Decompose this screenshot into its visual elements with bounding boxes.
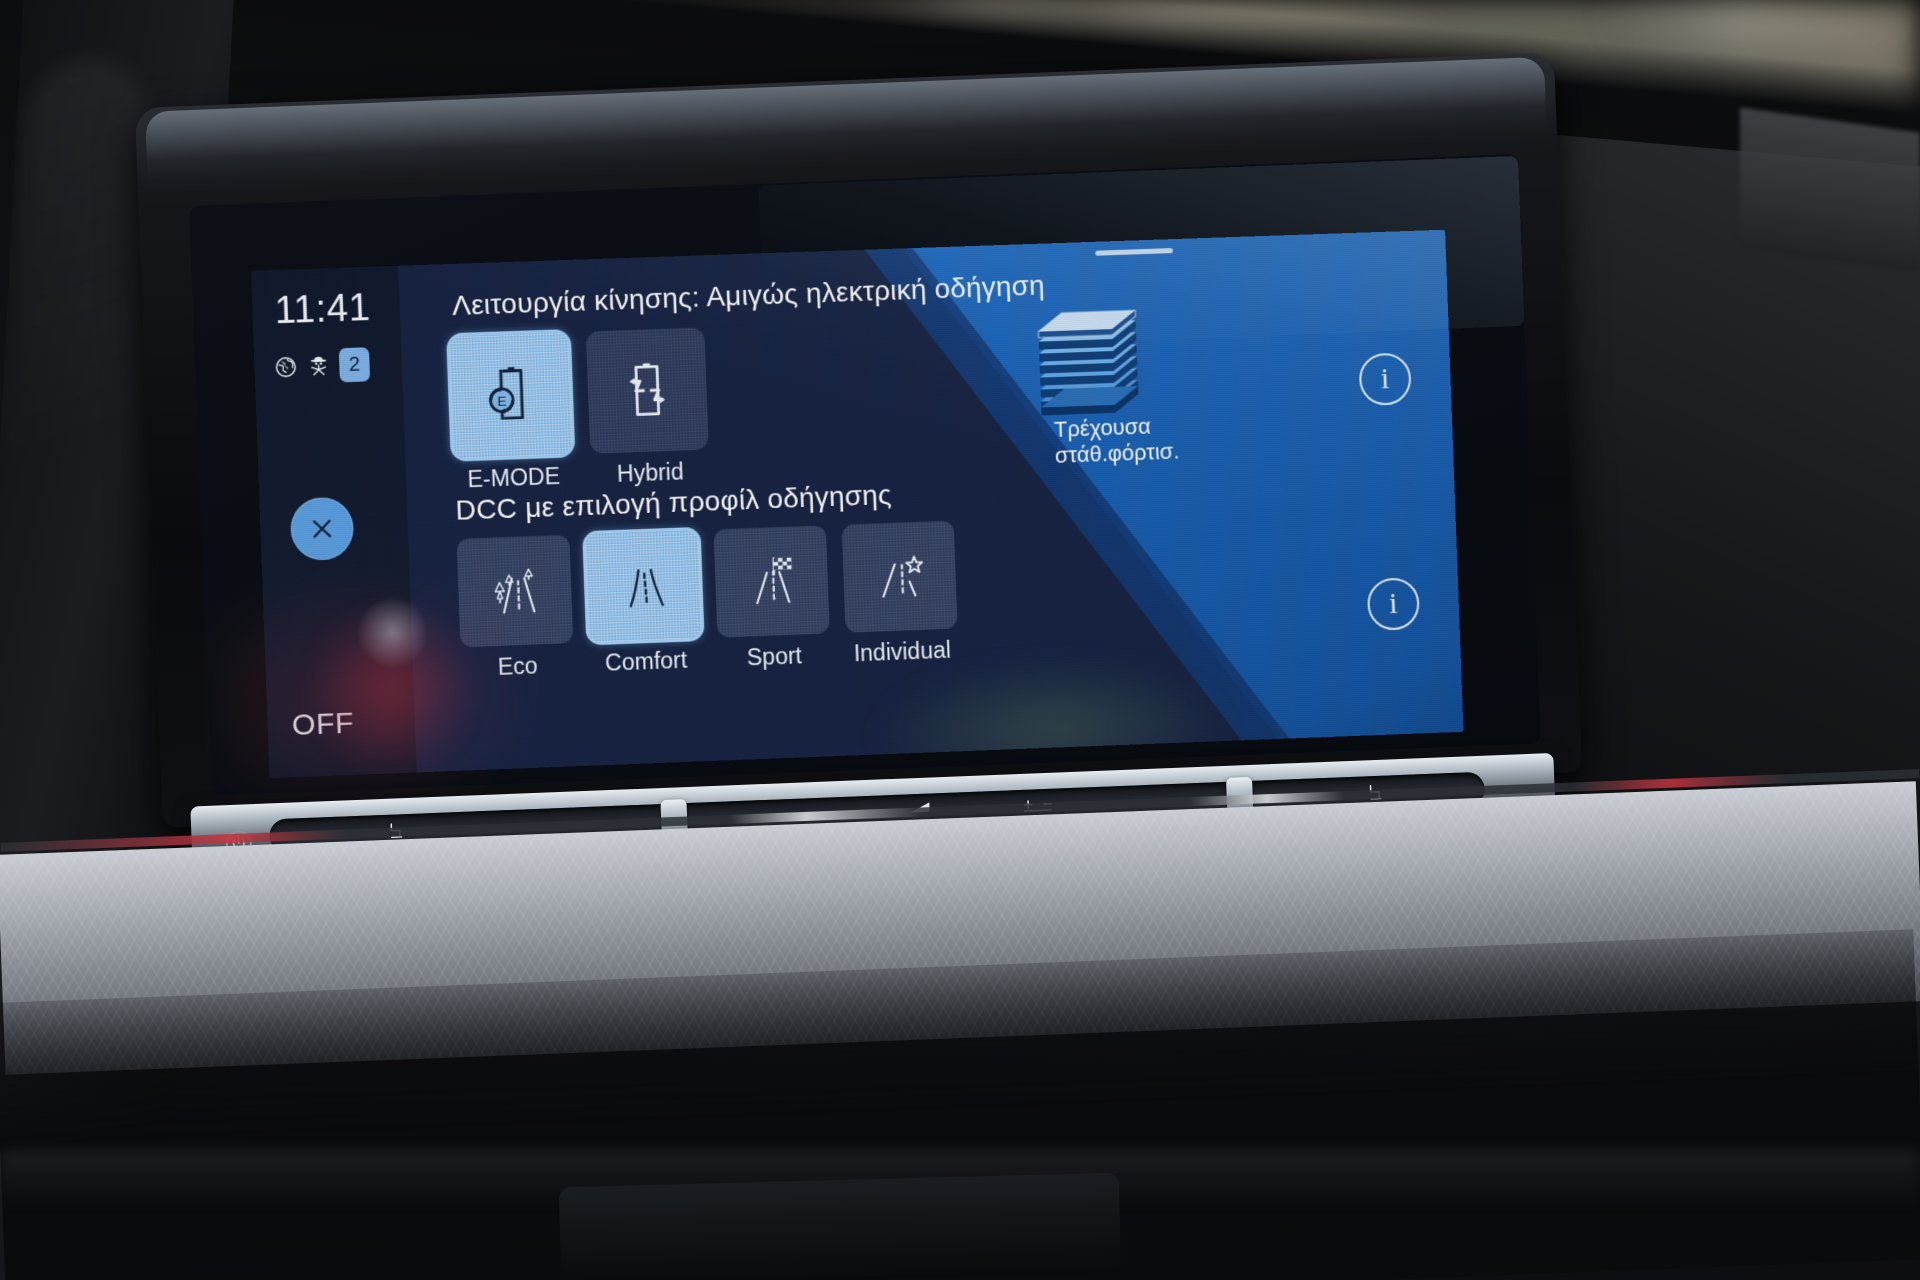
dcc-profile-comfort-label: Comfort <box>604 646 688 676</box>
dcc-profile-eco-label: Eco <box>497 652 539 680</box>
infotainment-screen[interactable]: 11:41 2 OFF Λειτουργία κίνησης: Αμιγώς η… <box>250 229 1464 779</box>
battery-hybrid-arrows-icon <box>618 363 676 422</box>
info-glyph: i <box>1380 362 1390 396</box>
dcc-profile-eco[interactable]: Eco <box>456 534 574 680</box>
globe-icon <box>274 356 297 379</box>
dcc-profile-eco-tile[interactable] <box>456 534 574 648</box>
display-housing-wrapper: 11:41 2 OFF Λειτουργία κίνησης: Αμιγώς η… <box>134 52 1585 907</box>
screen-main-panel: Λειτουργία κίνησης: Αμιγώς ηλεκτρική οδή… <box>398 229 1464 773</box>
dcc-profile-individual-label: Individual <box>853 636 952 667</box>
drive-mode-row: E E-MODE Hybrid <box>449 327 709 492</box>
dcc-profile-comfort[interactable]: Comfort <box>585 530 702 676</box>
drive-mode-emode-label: E-MODE <box>467 462 561 493</box>
battery-caption-line1: Τρέχουσα <box>1053 413 1152 442</box>
photo-scene: 11:41 2 OFF Λειτουργία κίνησης: Αμιγώς η… <box>0 0 1920 1280</box>
dcc-profile-row: Eco Comfort Sport Individual <box>456 520 958 680</box>
road-star-icon <box>882 555 924 598</box>
battery-e-recycle-icon: E <box>480 362 541 428</box>
status-icons-row: 2 <box>274 347 371 384</box>
clock: 11:41 <box>273 286 372 333</box>
drive-mode-emode[interactable]: E E-MODE <box>449 332 573 492</box>
battery-caption: Τρέχουσα στάθ.φόρτισ. <box>1054 413 1180 469</box>
dcc-profile-individual-tile[interactable] <box>841 520 958 633</box>
right-dashboard-edge <box>1740 107 1920 273</box>
dcc-profile-sport-label: Sport <box>746 642 803 671</box>
info-glyph: i <box>1388 586 1399 621</box>
battery-state-of-charge-block: Τρέχουσα στάθ.φόρτισ. <box>1002 295 1305 468</box>
person-hat-icon <box>306 355 331 378</box>
close-button[interactable] <box>289 496 355 562</box>
svg-text:E: E <box>497 394 507 409</box>
road-checkered-flag-icon <box>755 556 792 604</box>
drive-mode-emode-tile[interactable]: E <box>449 332 573 459</box>
drive-mode-hybrid-label: Hybrid <box>616 458 685 487</box>
drive-mode-hybrid[interactable]: Hybrid <box>585 327 709 487</box>
a-pillar-reflection <box>2 60 151 600</box>
lower-center-vent <box>558 1172 1122 1280</box>
dcc-profile-comfort-tile[interactable] <box>585 530 702 643</box>
dcc-profile-sport[interactable]: Sport <box>713 525 830 670</box>
screen-sidebar: 11:41 2 OFF <box>250 265 417 779</box>
drive-mode-hybrid-tile[interactable] <box>585 327 709 454</box>
road-curve-icon <box>611 558 675 614</box>
dcc-off-label[interactable]: OFF <box>291 707 355 744</box>
dcc-profile-individual[interactable]: Individual <box>841 520 958 666</box>
battery-caption-line2: στάθ.φόρτισ. <box>1054 438 1180 468</box>
seat-profile-badge[interactable]: 2 <box>338 347 371 383</box>
dcc-profile-sport-tile[interactable] <box>713 525 830 638</box>
road-trees-icon <box>483 563 547 619</box>
